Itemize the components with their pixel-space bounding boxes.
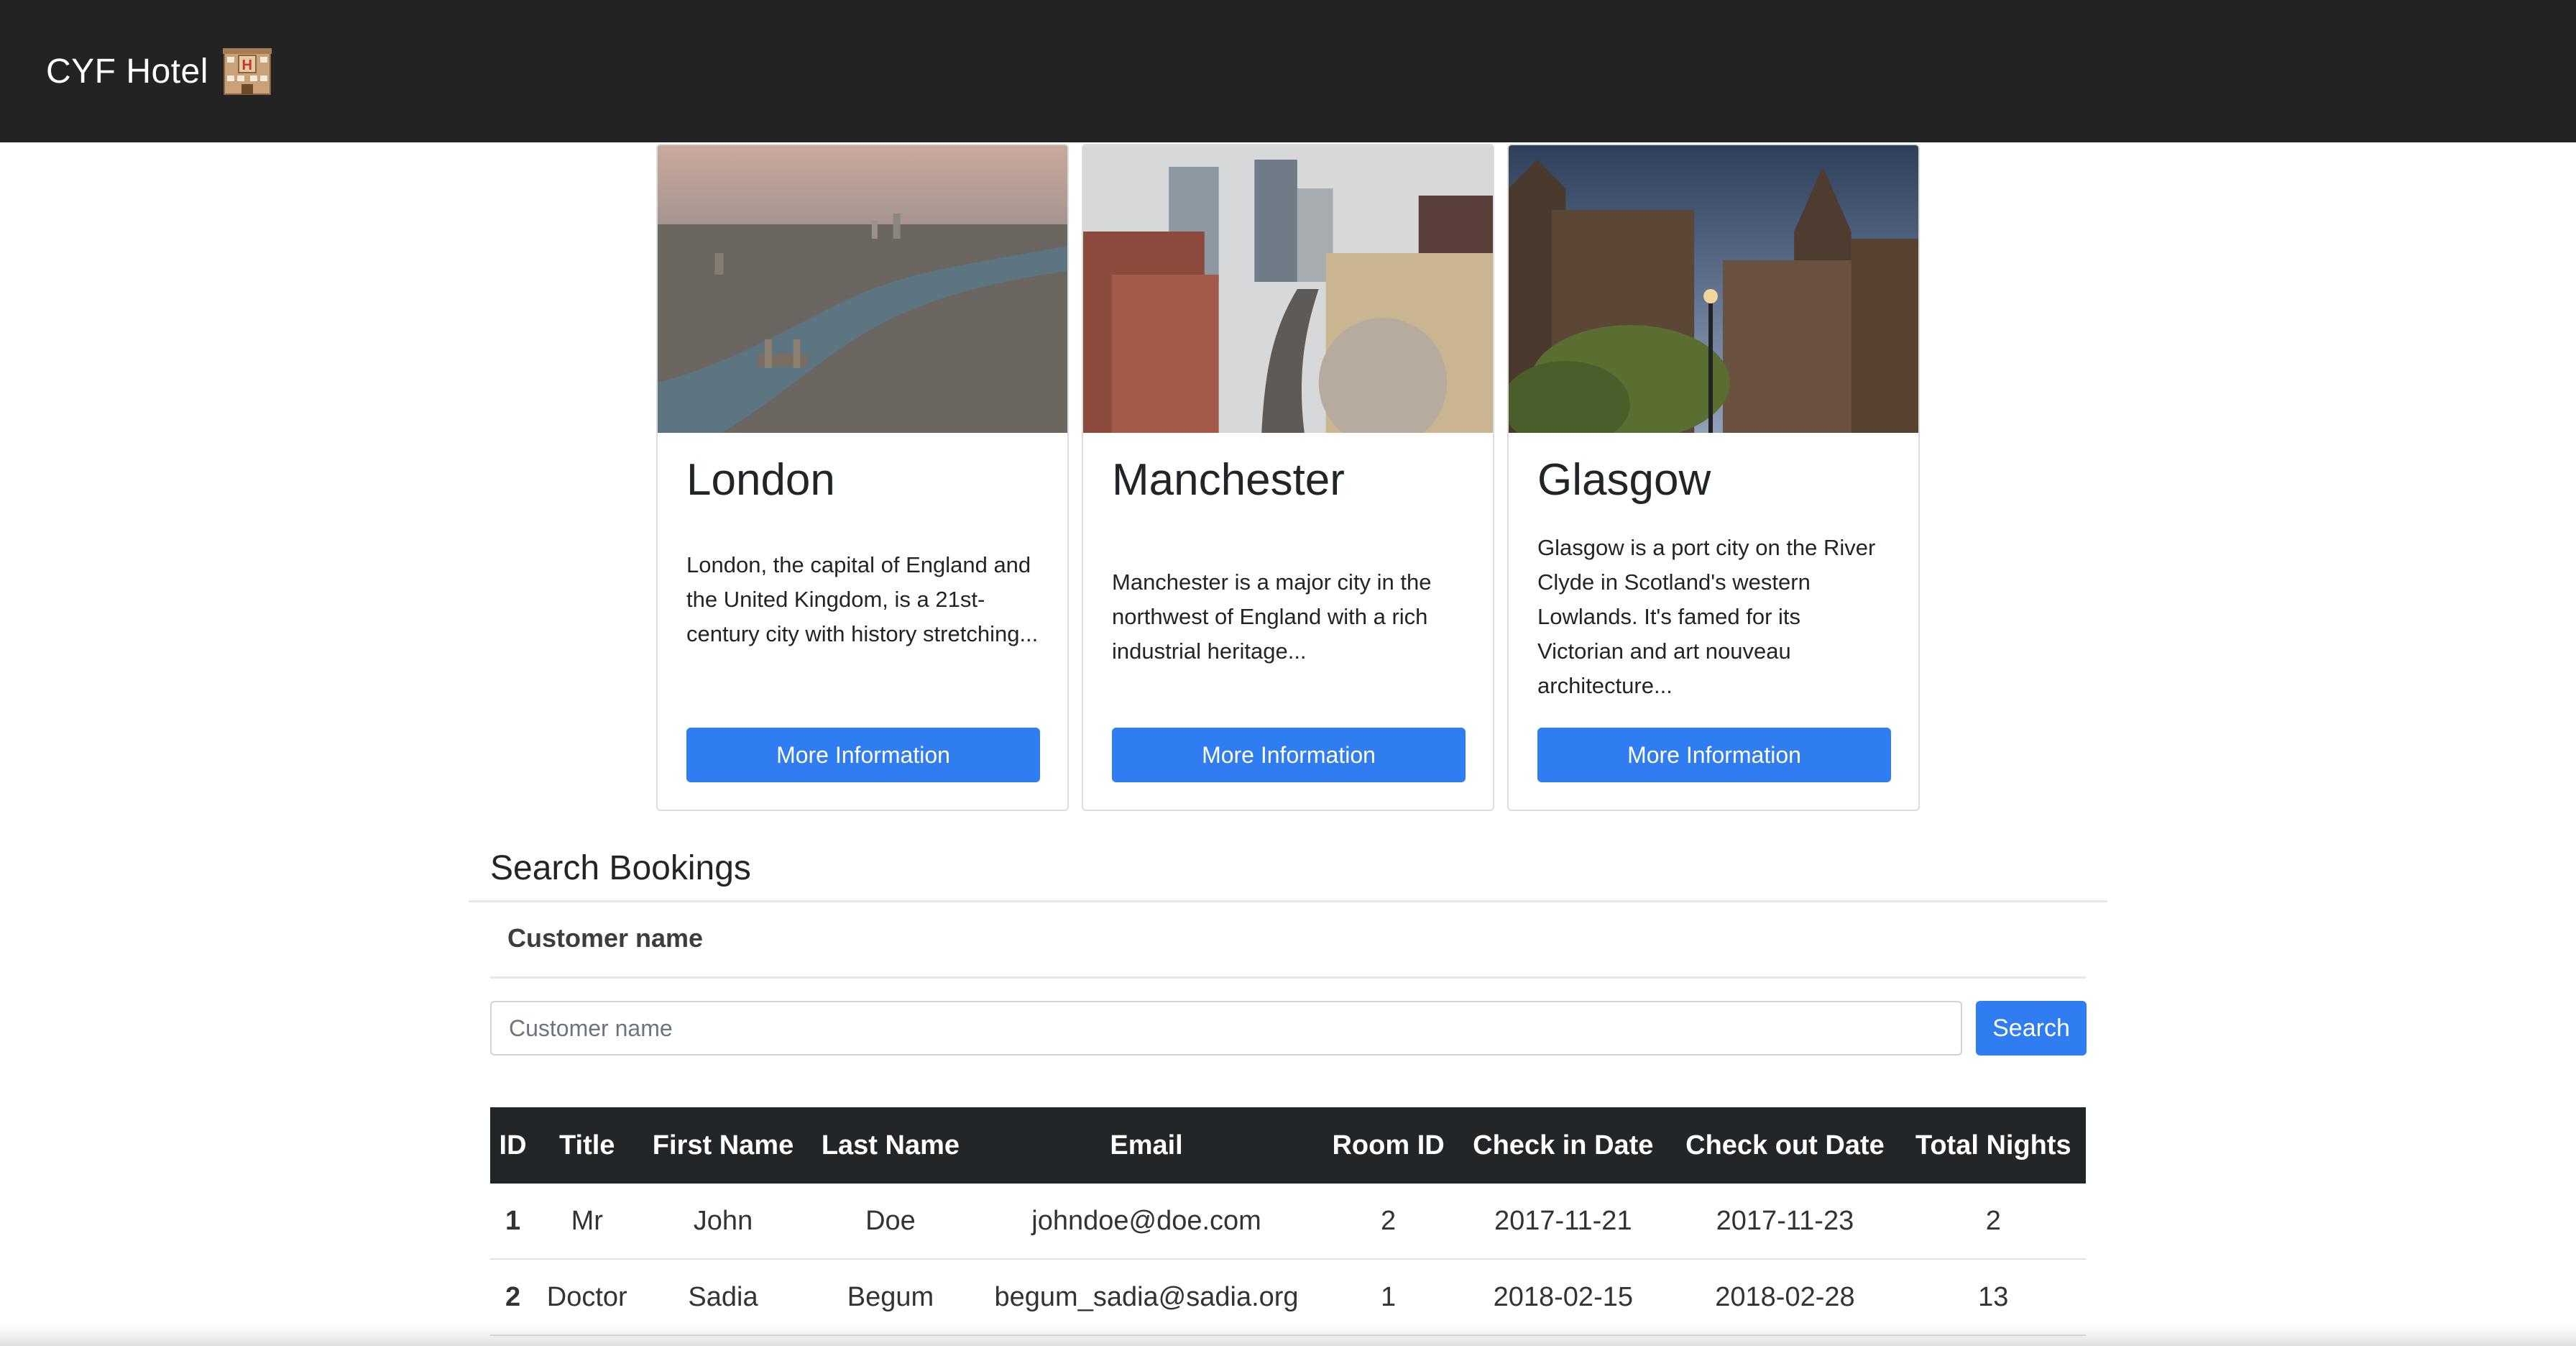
brand-title: CYF Hotel <box>46 52 208 91</box>
table-cell: Mr <box>535 1184 639 1260</box>
table-row[interactable]: 1 Mr John Doe johndoe@doe.com 2 2017-11-… <box>490 1184 2086 1260</box>
city-card-london: London London, the capital of England an… <box>656 144 1069 811</box>
more-info-button-london[interactable]: More Information <box>686 728 1040 782</box>
svg-text:H: H <box>242 58 252 73</box>
city-description: Glasgow is a port city on the River Clyd… <box>1537 535 1876 698</box>
column-header[interactable]: Room ID <box>1319 1107 1458 1184</box>
city-description: Manchester is a major city in the northw… <box>1112 569 1432 664</box>
column-header[interactable]: First Name <box>638 1107 808 1184</box>
city-description: London, the capital of England and the U… <box>686 552 1039 646</box>
customer-name-input[interactable] <box>490 1001 1962 1056</box>
manchester-image <box>1083 145 1493 433</box>
column-header[interactable]: Check out Date <box>1669 1107 1901 1184</box>
table-cell: johndoe@doe.com <box>973 1184 1320 1260</box>
brand[interactable]: CYF Hotel H <box>46 45 275 97</box>
city-card-manchester: Manchester Manchester is a major city in… <box>1082 144 1494 811</box>
divider <box>469 900 2107 902</box>
window-edge-shadow <box>0 1324 2576 1346</box>
city-title: London <box>686 455 835 505</box>
city-title: Manchester <box>1112 455 1345 505</box>
divider <box>490 976 2086 979</box>
table-cell: 2 <box>1319 1184 1458 1260</box>
column-header[interactable]: Total Nights <box>1900 1107 2086 1184</box>
table-header-row: ID Title First Name Last Name Email Room… <box>490 1107 2086 1184</box>
column-header[interactable]: Last Name <box>807 1107 974 1184</box>
table-cell: 2017-11-21 <box>1457 1184 1670 1260</box>
table-cell: 2017-11-23 <box>1669 1184 1901 1260</box>
navbar: CYF Hotel H <box>0 0 2576 142</box>
column-header[interactable]: Title <box>535 1107 639 1184</box>
column-header[interactable]: Check in Date <box>1457 1107 1670 1184</box>
search-title: Search Bookings <box>490 849 751 887</box>
table-cell: 1 <box>490 1184 536 1260</box>
table-cell: 2 <box>1900 1184 2086 1260</box>
city-card-glasgow: Glasgow Glasgow is a port city on the Ri… <box>1507 144 1920 811</box>
search-button[interactable]: Search <box>1976 1001 2087 1056</box>
customer-name-label: Customer name <box>507 923 704 953</box>
london-image <box>658 145 1067 433</box>
more-info-button-glasgow[interactable]: More Information <box>1537 728 1891 782</box>
table-cell: John <box>638 1184 808 1260</box>
city-cards: London London, the capital of England an… <box>656 144 1920 812</box>
bookings-table: ID Title First Name Last Name Email Room… <box>490 1107 2086 1336</box>
column-header[interactable]: Email <box>973 1107 1320 1184</box>
city-title: Glasgow <box>1537 455 1711 505</box>
table-cell: Doe <box>807 1184 974 1260</box>
more-info-button-manchester[interactable]: More Information <box>1112 728 1466 782</box>
glasgow-image <box>1509 145 1918 433</box>
column-header[interactable]: ID <box>490 1107 536 1184</box>
hotel-icon: H <box>220 45 275 97</box>
